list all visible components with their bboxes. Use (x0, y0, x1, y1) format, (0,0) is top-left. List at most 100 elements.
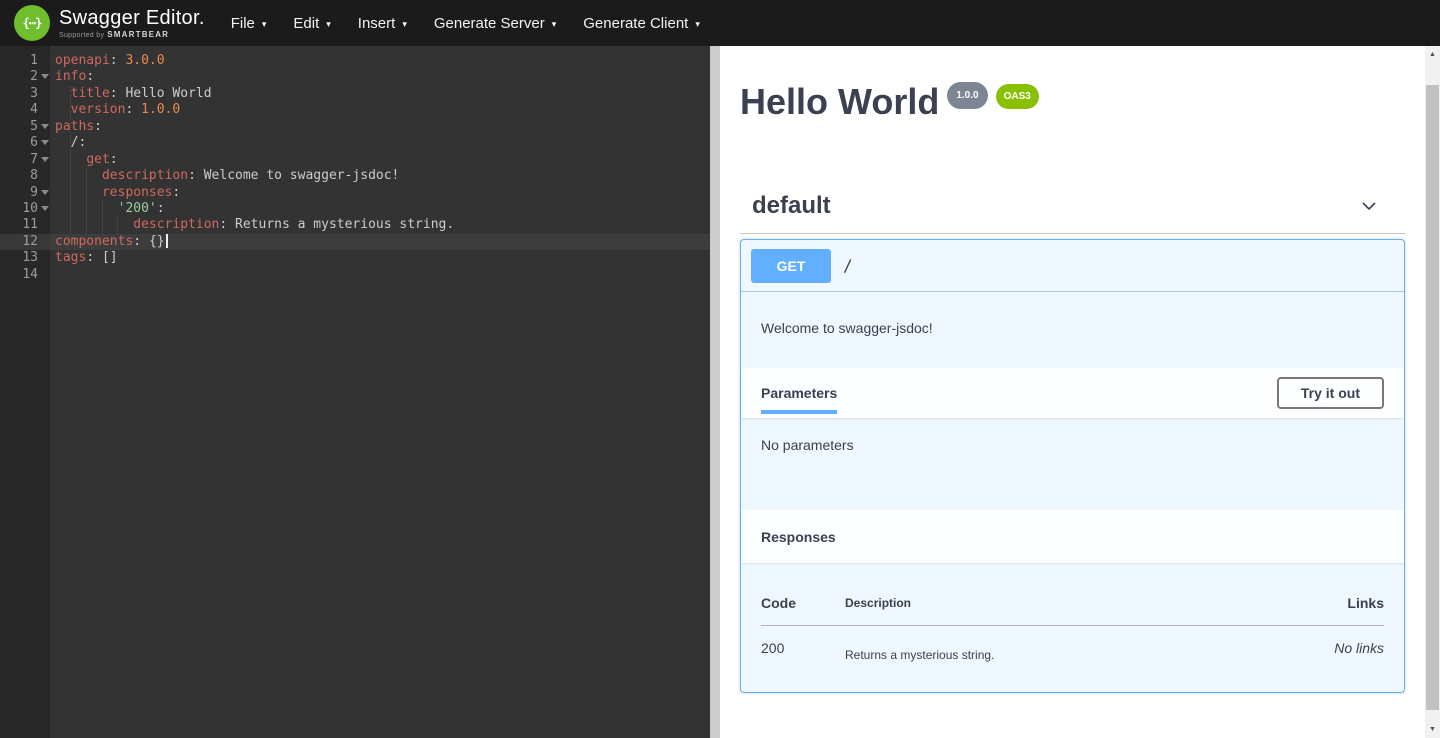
response-row: 200Returns a mysterious string.No links (761, 626, 1384, 663)
line-number: 10 (0, 201, 50, 217)
menu-generate-server[interactable]: Generate Server▾ (432, 9, 558, 38)
fold-arrow-icon[interactable] (41, 74, 49, 79)
menu-insert[interactable]: Insert▾ (356, 9, 409, 38)
scroll-up-icon[interactable]: ▲ (1425, 46, 1440, 63)
column-header-links: Links (1294, 583, 1384, 626)
fold-arrow-icon[interactable] (41, 140, 49, 145)
method-badge-get: GET (751, 249, 831, 283)
opblock-summary[interactable]: GET / (741, 240, 1404, 292)
indent-guide (117, 217, 118, 234)
line-number: 5 (0, 119, 50, 135)
editor-line[interactable]: 1openapi: 3.0.0 (0, 53, 710, 69)
menu-file[interactable]: File ▾ (229, 9, 269, 38)
editor-line[interactable]: 14 (0, 267, 710, 283)
line-number: 8 (0, 168, 50, 184)
menu-label: Edit (293, 15, 319, 32)
response-code: 200 (761, 626, 845, 663)
caret-down-icon: ▾ (262, 18, 267, 29)
line-number: 11 (0, 217, 50, 233)
text-cursor (166, 234, 168, 248)
column-header-code: Code (761, 583, 845, 626)
line-number: 4 (0, 102, 50, 118)
menu-generate-client[interactable]: Generate Client ▾ (581, 9, 702, 38)
swagger-editor-app: {⋯} Swagger Editor. Supported bySMARTBEA… (0, 0, 1440, 738)
response-desc: Returns a mysterious string. (845, 626, 1294, 663)
editor-line[interactable]: 11 description: Returns a mysterious str… (0, 217, 710, 233)
yaml-editor[interactable]: 1openapi: 3.0.02info:3 title: Hello Worl… (0, 46, 710, 738)
tagline-prefix: Supported by (59, 32, 104, 39)
editor-line[interactable]: 7 get: (0, 152, 710, 168)
editor-line[interactable]: 12components: {} (0, 234, 710, 250)
editor-line[interactable]: 6 /: (0, 135, 710, 151)
vertical-scrollbar[interactable]: ▲ ▼ (1425, 46, 1440, 738)
editor-line[interactable]: 4 version: 1.0.0 (0, 102, 710, 118)
code-text: openapi: 3.0.0 (50, 53, 165, 69)
line-number: 3 (0, 86, 50, 102)
topbar: {⋯} Swagger Editor. Supported bySMARTBEA… (0, 0, 1440, 46)
operation-description: Welcome to swagger-jsdoc! (741, 292, 1404, 368)
fold-arrow-icon[interactable] (41, 206, 49, 211)
line-number: 6 (0, 135, 50, 151)
fold-arrow-icon[interactable] (41, 124, 49, 129)
pane-splitter[interactable] (710, 46, 720, 738)
code-text: get: (50, 152, 118, 168)
editor-line[interactable]: 3 title: Hello World (0, 86, 710, 102)
brand-title: Swagger Editor. (59, 8, 205, 28)
editor-line[interactable]: 13tags: [] (0, 250, 710, 266)
code-text: /: (50, 135, 86, 151)
no-parameters-text: No parameters (741, 418, 1404, 510)
code-text: paths: (50, 119, 102, 135)
editor-line[interactable]: 2info: (0, 69, 710, 85)
tag-section-default[interactable]: default (740, 182, 1405, 234)
menu-label: Insert (358, 15, 396, 32)
editor-line[interactable]: 8 description: Welcome to swagger-jsdoc! (0, 168, 710, 184)
line-number: 9 (0, 185, 50, 201)
scroll-down-icon[interactable]: ▼ (1425, 721, 1440, 738)
scrollbar-thumb[interactable] (1426, 85, 1439, 710)
swagger-logo-icon[interactable]: {⋯} (14, 5, 50, 41)
responses-table-header: Code Description Links (761, 583, 1384, 626)
tab-parameters[interactable]: Parameters (761, 385, 837, 401)
preview-content: Hello World 1.0.0 OAS3 default GET / Wel (720, 46, 1425, 693)
code-text: info: (50, 69, 94, 85)
line-number: 1 (0, 53, 50, 69)
version-badge: 1.0.0 (947, 82, 987, 109)
line-number: 12 (0, 234, 50, 250)
editor-line[interactable]: 9 responses: (0, 185, 710, 201)
indent-guide (70, 86, 71, 234)
caret-down-icon: ▾ (326, 18, 331, 29)
logo-braces-glyph: {⋯} (23, 16, 42, 30)
menu-label: Generate Client (583, 15, 688, 32)
main-split: 1openapi: 3.0.02info:3 title: Hello Worl… (0, 46, 1440, 738)
parameters-header: Parameters Try it out (741, 368, 1404, 418)
line-number: 13 (0, 250, 50, 266)
editor-line[interactable]: 10 '200': (0, 201, 710, 217)
oas3-badge: OAS3 (996, 84, 1039, 109)
tag-label: default (752, 192, 831, 220)
code-text: description: Returns a mysterious string… (50, 217, 454, 233)
editor-line[interactable]: 5paths: (0, 119, 710, 135)
opblock-get: GET / Welcome to swagger-jsdoc! Paramete… (740, 239, 1405, 693)
menu-edit[interactable]: Edit ▾ (291, 9, 332, 38)
operation-path: / (843, 256, 853, 275)
fold-arrow-icon[interactable] (41, 157, 49, 162)
caret-down-icon: ▾ (695, 18, 700, 29)
code-text: '200': (50, 201, 165, 217)
editor-rows: 1openapi: 3.0.02info:3 title: Hello Worl… (0, 53, 710, 283)
indent-guide (102, 201, 103, 234)
column-header-description: Description (845, 583, 1294, 626)
brand-block[interactable]: Swagger Editor. Supported bySMARTBEAR (59, 8, 205, 39)
menu-label: File (231, 15, 255, 32)
fold-arrow-icon[interactable] (41, 190, 49, 195)
line-number: 2 (0, 69, 50, 85)
api-info: Hello World 1.0.0 OAS3 (740, 80, 1405, 124)
try-it-out-button[interactable]: Try it out (1277, 377, 1384, 409)
code-text (50, 267, 55, 283)
code-text: tags: [] (50, 250, 118, 266)
caret-down-icon: ▾ (552, 18, 557, 29)
indent-guide (86, 168, 87, 234)
swagger-ui-preview: Hello World 1.0.0 OAS3 default GET / Wel (720, 46, 1440, 738)
code-text: title: Hello World (50, 86, 212, 102)
chevron-down-icon[interactable] (1359, 196, 1379, 216)
code-text: description: Welcome to swagger-jsdoc! (50, 168, 399, 184)
